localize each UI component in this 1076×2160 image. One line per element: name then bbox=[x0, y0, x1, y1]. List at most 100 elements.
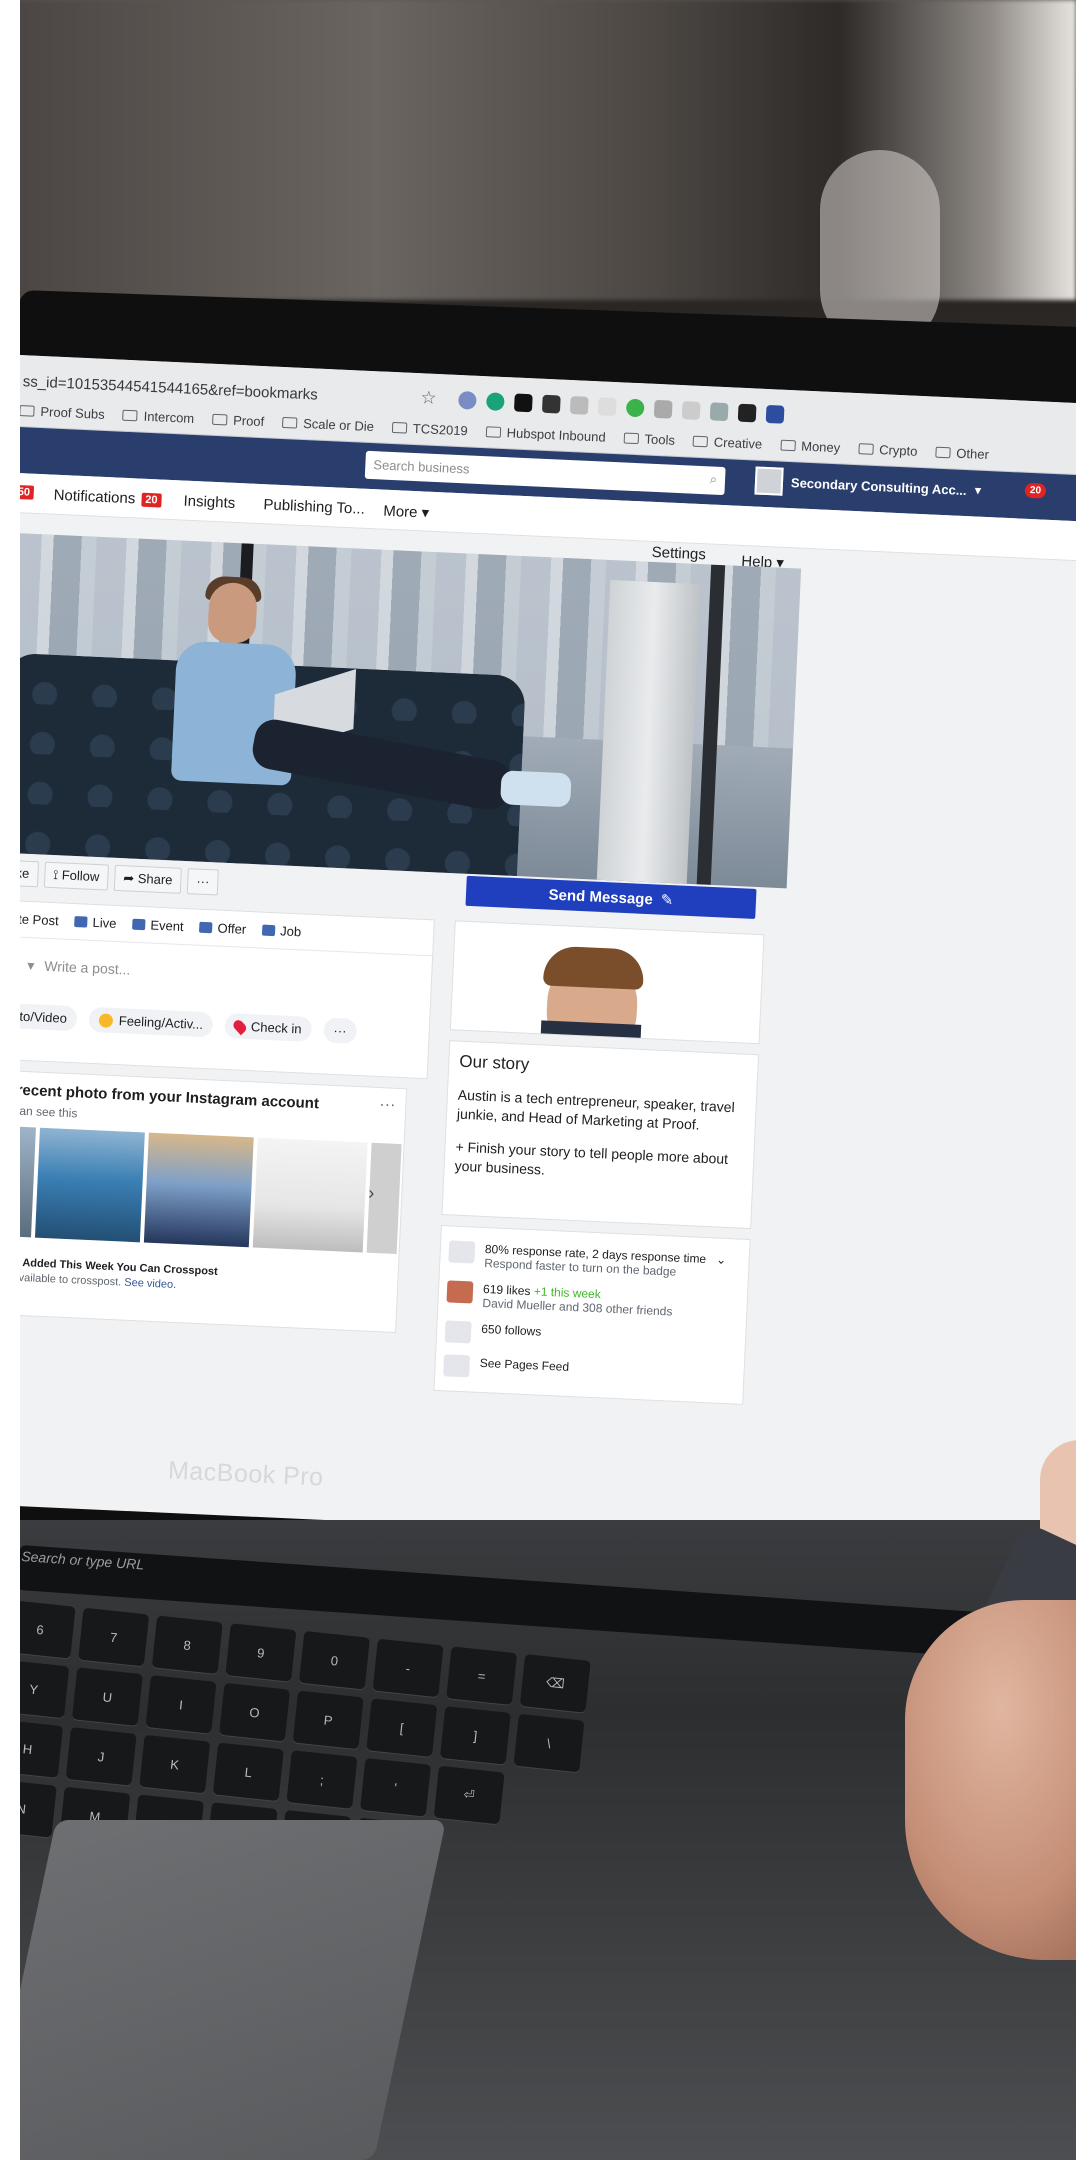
extension-icon[interactable] bbox=[681, 401, 701, 420]
key[interactable]: ; bbox=[286, 1750, 358, 1809]
key[interactable]: \ bbox=[513, 1713, 585, 1773]
avatar bbox=[754, 466, 784, 496]
key[interactable]: [ bbox=[366, 1698, 438, 1757]
laptop-screen: ss_id=10153544541544165&ref=bookmarks ☆ … bbox=[0, 355, 1076, 1555]
finish-story-link[interactable]: + Finish your story to tell people more … bbox=[454, 1138, 743, 1189]
bookmark-item[interactable]: Money bbox=[780, 437, 841, 455]
tab-offer[interactable]: Offer bbox=[199, 920, 247, 937]
check-in-button[interactable]: Check in bbox=[224, 1013, 313, 1042]
profile-hair bbox=[542, 945, 645, 990]
sneaker bbox=[500, 770, 572, 808]
tab-job[interactable]: Job bbox=[261, 923, 301, 939]
key[interactable]: 0 bbox=[298, 1630, 371, 1690]
bookmark-item[interactable]: Proof Subs bbox=[19, 403, 105, 421]
location-pin-icon bbox=[231, 1017, 249, 1035]
bookmark-item[interactable]: Tools bbox=[623, 430, 675, 447]
key[interactable]: ] bbox=[439, 1706, 511, 1765]
key[interactable]: L bbox=[212, 1742, 284, 1802]
tag-icon bbox=[199, 921, 213, 934]
smile-icon bbox=[98, 1012, 114, 1028]
folder-icon bbox=[857, 442, 874, 455]
key[interactable]: 7 bbox=[78, 1607, 150, 1667]
extension-icon[interactable] bbox=[458, 390, 477, 410]
follow-button[interactable]: ⟟ Follow bbox=[43, 861, 109, 891]
folder-icon bbox=[485, 425, 501, 438]
settings-link[interactable]: Settings bbox=[651, 544, 706, 563]
tab-live[interactable]: Live bbox=[74, 914, 117, 931]
photo-carousel bbox=[0, 1125, 402, 1255]
extension-icon[interactable] bbox=[709, 402, 729, 422]
key[interactable]: ⌫ bbox=[519, 1654, 591, 1713]
key[interactable]: P bbox=[292, 1690, 364, 1750]
folder-icon bbox=[391, 421, 408, 434]
notification-badge[interactable]: 20 bbox=[1024, 482, 1047, 499]
bookmark-item[interactable]: Proof bbox=[211, 411, 265, 429]
search-icon[interactable]: ⌕ bbox=[709, 471, 717, 487]
extension-icon[interactable] bbox=[569, 396, 589, 415]
photo-scene: ss_id=10153544541544165&ref=bookmarks ☆ … bbox=[0, 0, 1076, 2160]
profile-picture-card[interactable] bbox=[449, 920, 765, 1045]
bookmark-star-icon[interactable]: ☆ bbox=[420, 387, 437, 409]
tab-event[interactable]: Event bbox=[132, 917, 184, 934]
tab-insights[interactable]: Insights bbox=[183, 493, 235, 512]
friend-avatar bbox=[446, 1280, 474, 1304]
key[interactable]: ⏎ bbox=[433, 1765, 505, 1825]
key[interactable]: U bbox=[71, 1667, 143, 1727]
more-button[interactable]: ··· bbox=[186, 868, 219, 896]
curtain bbox=[596, 580, 701, 884]
share-icon: ➦ bbox=[122, 870, 139, 886]
key[interactable]: O bbox=[219, 1682, 291, 1742]
folder-icon bbox=[19, 404, 35, 417]
instagram-thumbnail[interactable] bbox=[143, 1132, 254, 1248]
briefcase-icon bbox=[261, 924, 276, 937]
extension-icon[interactable] bbox=[597, 397, 617, 417]
key[interactable]: - bbox=[372, 1638, 444, 1698]
key[interactable]: J bbox=[65, 1727, 137, 1786]
right-column: Our story Austin is a tech entrepreneur,… bbox=[433, 920, 765, 1405]
key[interactable]: 8 bbox=[151, 1615, 223, 1675]
extension-icon[interactable] bbox=[653, 399, 673, 419]
bookmark-item[interactable]: TCS2019 bbox=[391, 419, 468, 438]
chevron-down-icon: ▾ bbox=[26, 956, 35, 973]
tab-more[interactable]: More ▾ bbox=[383, 502, 430, 522]
chevron-down-icon: ▾ bbox=[974, 482, 982, 498]
key[interactable]: ' bbox=[359, 1758, 432, 1817]
calendar-icon bbox=[132, 918, 146, 931]
folder-icon bbox=[122, 409, 138, 421]
post-composer: reate Post Live Event Offer Job ▾ Write … bbox=[0, 899, 435, 1080]
more-icon[interactable]: ··· bbox=[379, 1096, 396, 1115]
account-switcher[interactable]: Secondary Consulting Acc... ▾ bbox=[754, 466, 982, 504]
extension-icon[interactable] bbox=[485, 392, 505, 412]
people-icon bbox=[444, 1320, 472, 1344]
grammarly-icon[interactable] bbox=[625, 398, 645, 418]
instagram-thumbnail[interactable] bbox=[34, 1127, 145, 1243]
key[interactable]: 9 bbox=[225, 1623, 297, 1682]
feeling-activity-button[interactable]: Feeling/Activ... bbox=[88, 1006, 214, 1038]
bookmark-item[interactable]: Intercom bbox=[122, 407, 195, 425]
key[interactable]: K bbox=[139, 1734, 211, 1794]
extension-icon[interactable] bbox=[765, 404, 785, 424]
extension-icon[interactable] bbox=[513, 393, 533, 413]
bookmark-item[interactable]: Other bbox=[935, 444, 989, 462]
bookmark-item[interactable]: Scale or Die bbox=[281, 414, 374, 434]
head bbox=[207, 581, 258, 644]
bookmark-item[interactable]: Crypto bbox=[857, 441, 918, 458]
tab-notifications[interactable]: Notifications 20 bbox=[53, 487, 162, 509]
search-business-input[interactable]: Search business ⌕ bbox=[364, 450, 726, 496]
tab-publishing-tools[interactable]: Publishing To... bbox=[263, 496, 365, 518]
share-button[interactable]: ➦ Share bbox=[113, 864, 183, 894]
chevron-down-icon[interactable]: ⌄ bbox=[716, 1253, 727, 1267]
instagram-thumbnail[interactable] bbox=[252, 1137, 368, 1253]
bookmark-item[interactable]: Hubspot Inbound bbox=[485, 424, 606, 444]
bookmark-item[interactable]: Creative bbox=[692, 433, 763, 451]
key[interactable]: I bbox=[145, 1675, 217, 1734]
more-options-button[interactable]: ··· bbox=[322, 1017, 358, 1044]
extension-icon[interactable] bbox=[737, 403, 757, 423]
chevron-right-icon[interactable]: › bbox=[368, 1183, 375, 1204]
cover-photo[interactable] bbox=[0, 532, 802, 889]
key[interactable]: = bbox=[446, 1646, 518, 1706]
our-story-card: Our story Austin is a tech entrepreneur,… bbox=[441, 1040, 760, 1230]
extension-icon[interactable] bbox=[541, 394, 561, 414]
trackpad[interactable] bbox=[0, 1820, 447, 2160]
see-video-link[interactable]: See video. bbox=[124, 1277, 176, 1291]
